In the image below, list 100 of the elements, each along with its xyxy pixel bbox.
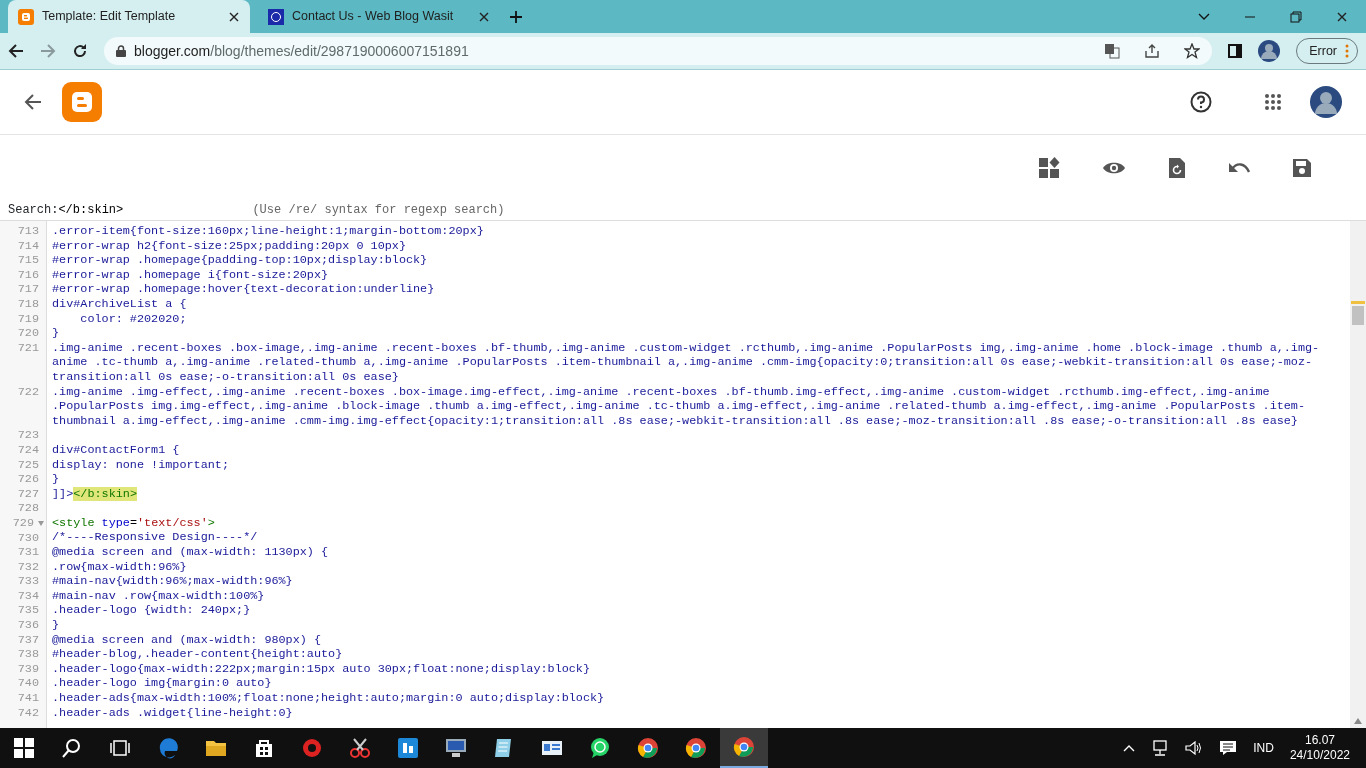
line-number: 730 bbox=[17, 530, 39, 545]
close-icon[interactable] bbox=[478, 10, 490, 23]
line-number: 742 bbox=[17, 705, 39, 720]
chevron-down-icon[interactable] bbox=[1198, 12, 1210, 21]
search-hint: (Use /re/ syntax for regexp search) bbox=[252, 202, 505, 219]
line-number: 736 bbox=[17, 618, 39, 633]
search-label: Search: bbox=[8, 202, 59, 219]
line-number: 721 bbox=[17, 340, 39, 355]
code-line: #error-wrap h2{font-size:25px;padding:20px 0 10px} bbox=[51, 238, 407, 254]
fold-icon[interactable] bbox=[38, 520, 44, 526]
blog-logo-icon bbox=[18, 8, 34, 25]
shopping-bag-icon[interactable] bbox=[253, 737, 275, 759]
line-number: 731 bbox=[17, 545, 39, 560]
browser-tab[interactable]: Template: Edit Template bbox=[8, 0, 250, 33]
app-tile-icon[interactable] bbox=[397, 737, 419, 759]
code-line: .header-ads{max-width:100%;float:none;height:auto;margin:0 auto;display:block} bbox=[51, 691, 606, 706]
line-number: 741 bbox=[17, 691, 39, 706]
line-number: 739 bbox=[17, 661, 39, 676]
line-number: 722 bbox=[17, 384, 39, 399]
widgets-icon[interactable] bbox=[1038, 156, 1060, 179]
search-field[interactable]: </b:skin> bbox=[58, 201, 199, 219]
new-tab-icon[interactable] bbox=[509, 10, 523, 24]
line-number: 738 bbox=[17, 647, 39, 662]
close-icon[interactable] bbox=[1336, 10, 1348, 23]
round-logo-icon[interactable] bbox=[685, 737, 707, 759]
code-line: .row{max-width:96%} bbox=[51, 559, 188, 575]
back-icon[interactable] bbox=[8, 43, 24, 59]
undo-icon[interactable] bbox=[1228, 160, 1250, 175]
line-number: 718 bbox=[17, 296, 39, 311]
code-line: display: none !important; bbox=[51, 457, 230, 473]
code-line: color: #202020; bbox=[79, 311, 188, 327]
round-logo-icon[interactable] bbox=[637, 737, 659, 759]
back-icon[interactable] bbox=[24, 93, 42, 111]
address-bar[interactable]: blogger.com/blog/themes/edit/2987190006007151891 bbox=[104, 37, 1213, 65]
side-panel-icon[interactable] bbox=[1228, 44, 1243, 58]
language-indicator[interactable]: IND bbox=[1253, 739, 1274, 757]
code-line: .img-anime .recent-boxes .box-image,.img-anime .recent-boxes .bf-thumb,.img-anime .custom-widget .rcthumb,.img-anime .PopularPosts img,.img-anime .home .block-image .thumb a,.img- bbox=[51, 340, 1321, 356]
line-number: 732 bbox=[17, 559, 39, 574]
tab-title: Template: Edit Template bbox=[42, 8, 177, 26]
url-text: blogger.com/blog/themes/edit/2987190006007151891 bbox=[134, 41, 470, 61]
scissors-icon[interactable] bbox=[349, 737, 371, 759]
volume-icon[interactable] bbox=[1185, 740, 1204, 756]
share-icon[interactable] bbox=[1144, 43, 1161, 59]
code-line: .error-item{font-size:160px;line-height:1;margin-bottom:20px} bbox=[51, 224, 485, 239]
swirl-icon[interactable] bbox=[157, 737, 179, 759]
line-number: 720 bbox=[17, 326, 39, 341]
tab-title: Contact Us - Web Blog Wasit bbox=[292, 8, 455, 26]
blog-logo-icon[interactable] bbox=[62, 82, 102, 122]
code-line: #error-wrap .homepage{padding-top:10px;display:block} bbox=[51, 253, 429, 268]
code-line: } bbox=[51, 472, 61, 487]
code-line: anime .tc-thumb a,.img-anime .related-thumb a,.img-anime .PopularPosts .item-thumbnail a,.img-anime .cmm-img{opacity:0;transition:all 0s ease;-webkit-transition:all 0s ease;-moz- bbox=[51, 355, 1314, 370]
translate-icon[interactable] bbox=[1104, 43, 1121, 59]
code-line: #header-blog,.header-content{height:auto} bbox=[51, 647, 344, 662]
code-line: #main-nav .row{max-width:100%} bbox=[51, 588, 266, 604]
help-icon[interactable] bbox=[1190, 91, 1212, 113]
star-icon[interactable] bbox=[1184, 43, 1201, 59]
code-line: .img-anime .img-effect,.img-anime .recent-boxes .box-image.img-effect,.img-anime .recent-boxes .bf-thumb.img-effect,.img-anime .custom-widget .rcthumb.img-effect,.img-anime bbox=[51, 384, 1271, 400]
line-number: 737 bbox=[17, 632, 39, 647]
avatar-icon[interactable] bbox=[1310, 86, 1342, 118]
save-icon[interactable] bbox=[1292, 157, 1312, 178]
code-line: } bbox=[51, 618, 61, 633]
apps-icon[interactable] bbox=[1264, 93, 1282, 111]
line-number: 714 bbox=[17, 238, 39, 253]
code-line: .PopularPosts img.img-effect,.img-anime .block-image .thumb a.img-effect,.img-anime .tc-thumb a.img-effect,.img-anime .related-thumb a.img-effect,.img-anime .PopularPosts .item- bbox=[51, 399, 1307, 414]
chat-bubble-icon[interactable] bbox=[589, 737, 611, 759]
line-number: 729 bbox=[12, 515, 34, 531]
clock-date[interactable]: 24/10/2022 bbox=[1289, 748, 1350, 763]
close-icon[interactable] bbox=[228, 10, 240, 23]
round-logo-icon[interactable] bbox=[733, 736, 755, 758]
browser-tab[interactable]: Contact Us - Web Blog Wasit bbox=[258, 0, 500, 33]
restore-file-icon[interactable] bbox=[1168, 156, 1186, 179]
code-line: .header-logo img{margin:0 auto} bbox=[51, 676, 273, 691]
line-number: 728 bbox=[17, 501, 39, 516]
line-number: 713 bbox=[17, 224, 39, 238]
network-icon[interactable] bbox=[1151, 740, 1170, 756]
start-icon[interactable] bbox=[13, 737, 35, 759]
code-line: div#ContactForm1 { bbox=[51, 442, 181, 458]
code-line: div#ArchiveList a { bbox=[51, 296, 188, 312]
code-line: thumbnail a.img-effect,.img-anime .cmm-img.img-effect{opacity:1;transition:all .8s ease;-webkit-transition:all .8s ease;-moz-transition:all .8s ease;-o-transition:all .8s ease} bbox=[51, 413, 1299, 429]
code-line: <style type='text/css'> bbox=[51, 515, 216, 531]
task-view-icon[interactable] bbox=[109, 737, 131, 759]
search-icon[interactable] bbox=[61, 737, 83, 759]
restore-icon[interactable] bbox=[1290, 10, 1302, 23]
line-number: 727 bbox=[17, 486, 39, 501]
more-icon bbox=[1345, 44, 1349, 58]
scrollbar[interactable] bbox=[1350, 221, 1366, 728]
code-line: #error-wrap .homepage:hover{text-decoration:underline} bbox=[51, 282, 436, 297]
reload-icon[interactable] bbox=[72, 43, 88, 59]
line-number: 717 bbox=[17, 282, 39, 297]
code-line: ]]></b:skin> bbox=[51, 486, 138, 502]
line-number: 734 bbox=[17, 588, 39, 603]
code-line: /*----Responsive Design----*/ bbox=[51, 530, 259, 546]
code-line: .header-ads .widget{line-height:0} bbox=[51, 705, 294, 721]
monitor-icon[interactable] bbox=[445, 737, 467, 759]
code-line: .header-logo{max-width:222px;margin:15px auto 30px;float:none;display:block} bbox=[51, 661, 592, 677]
chevron-up-icon[interactable] bbox=[1123, 744, 1136, 752]
code-line: } bbox=[51, 326, 61, 341]
clock-time[interactable]: 16.07 bbox=[1304, 733, 1335, 748]
avatar-icon[interactable] bbox=[1258, 40, 1281, 62]
notification-icon[interactable] bbox=[1219, 740, 1238, 756]
